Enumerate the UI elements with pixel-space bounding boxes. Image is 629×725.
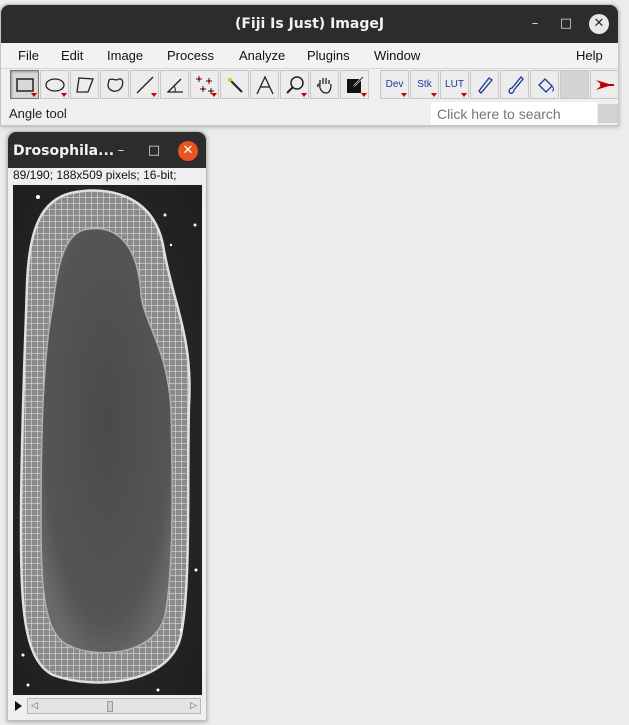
menu-process[interactable]: Process [167, 48, 214, 63]
menu-file[interactable]: File [18, 48, 39, 63]
double-arrow-icon [595, 79, 614, 90]
image-titlebar[interactable]: Drosophila... – □ ✕ [8, 132, 206, 168]
brush-tool[interactable] [500, 70, 529, 99]
freehand-tool[interactable] [100, 70, 129, 99]
status-text: Angle tool [9, 106, 67, 121]
dev-label: Dev [385, 79, 404, 90]
text-tool[interactable] [250, 70, 279, 99]
oval-icon [44, 77, 65, 92]
minimize-button[interactable]: – [525, 14, 545, 34]
color-picker-tool[interactable] [340, 70, 369, 99]
slice-thumb[interactable] [107, 701, 114, 712]
menu-edit[interactable]: Edit [61, 48, 83, 63]
line-icon [136, 76, 153, 93]
tool-bar: Dev Stk LUT [7, 69, 619, 101]
menu-window[interactable]: Window [374, 48, 420, 63]
play-icon[interactable] [15, 701, 22, 711]
image-maximize-button[interactable]: □ [144, 141, 164, 161]
pencil-icon [477, 76, 493, 94]
maximize-button[interactable]: □ [556, 14, 576, 34]
image-window: Drosophila... – □ ✕ 89/190; 188x509 pixe… [7, 131, 207, 721]
paintbrush-icon [508, 75, 524, 94]
pencil-tool[interactable] [470, 70, 499, 99]
magic-wand-icon [227, 77, 243, 93]
drosophila-embryo-image [13, 185, 202, 695]
color-picker-icon [346, 75, 364, 93]
menu-analyze[interactable]: Analyze [239, 48, 285, 63]
scroll-right-icon[interactable]: ▷ [188, 701, 199, 711]
line-tool[interactable] [130, 70, 159, 99]
close-button[interactable]: ✕ [589, 14, 609, 34]
image-close-button[interactable]: ✕ [178, 141, 198, 161]
wand-tool[interactable] [220, 70, 249, 99]
menu-help[interactable]: Help [576, 48, 603, 63]
image-minimize-button[interactable]: – [111, 141, 131, 161]
angle-icon [165, 78, 183, 93]
more-tools-button[interactable] [590, 70, 619, 99]
image-info: 89/190; 188x509 pixels; 16-bit; [13, 168, 177, 182]
lut-menu[interactable]: LUT [440, 70, 469, 99]
slice-track[interactable]: ◁ ▷ [27, 698, 201, 714]
menu-plugins[interactable]: Plugins [307, 48, 350, 63]
freehand-icon [106, 77, 123, 92]
oval-tool[interactable] [40, 70, 69, 99]
search-input[interactable] [431, 102, 597, 125]
imagej-main-window: (Fiji Is Just) ImageJ – □ ✕ File Edit Im… [0, 4, 619, 126]
slice-scrollbar[interactable]: ◁ ▷ [13, 698, 202, 714]
scroll-left-icon[interactable]: ◁ [29, 701, 40, 711]
paint-bucket-icon [537, 77, 554, 93]
rectangle-tool[interactable] [10, 70, 39, 99]
zoom-tool[interactable] [280, 70, 309, 99]
dev-tools-menu[interactable]: Dev [380, 70, 409, 99]
polygon-icon [75, 76, 94, 93]
angle-tool[interactable] [160, 70, 189, 99]
image-canvas[interactable] [13, 185, 202, 695]
hand-icon [316, 77, 332, 94]
search-button[interactable] [598, 104, 618, 123]
status-bar: Angle tool [1, 101, 618, 126]
menu-bar: File Edit Image Process Analyze Plugins … [1, 43, 618, 69]
menu-image[interactable]: Image [107, 48, 143, 63]
point-tool[interactable] [190, 70, 219, 99]
text-icon [255, 74, 274, 94]
stack-tools-menu[interactable]: Stk [410, 70, 439, 99]
magnifier-icon [285, 75, 304, 94]
main-titlebar[interactable]: (Fiji Is Just) ImageJ – □ ✕ [1, 5, 618, 43]
stk-label: Stk [417, 79, 432, 90]
hand-tool[interactable] [310, 70, 339, 99]
rectangle-icon [15, 77, 34, 92]
empty-tool-slot [560, 70, 589, 99]
lut-label: LUT [445, 79, 464, 90]
flood-fill-tool[interactable] [530, 70, 559, 99]
polygon-tool[interactable] [70, 70, 99, 99]
